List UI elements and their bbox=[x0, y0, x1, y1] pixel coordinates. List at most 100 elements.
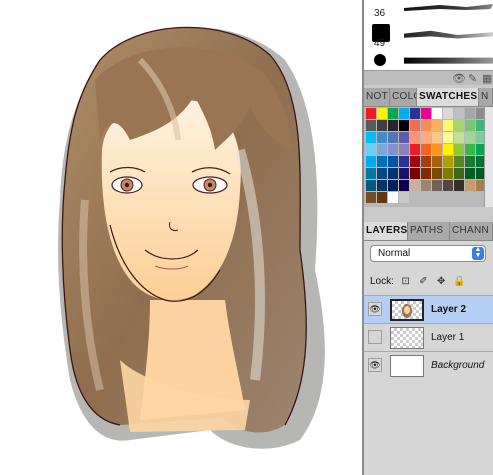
swatch-color[interactable] bbox=[410, 180, 420, 191]
brush-tool-icon[interactable]: ✎ bbox=[468, 72, 477, 85]
layer-row-layer-2[interactable]: 👁 Layer 2 bbox=[364, 295, 493, 323]
tab-layers[interactable]: LAYERS bbox=[364, 222, 408, 240]
brush-visibility-icon[interactable]: 👁 bbox=[452, 72, 466, 85]
swatch-color[interactable] bbox=[410, 144, 420, 155]
swatch-color[interactable] bbox=[366, 120, 376, 131]
swatch-color[interactable] bbox=[454, 144, 464, 155]
eye-icon[interactable]: 👁 bbox=[368, 302, 382, 316]
swatch-color[interactable] bbox=[454, 108, 464, 119]
tab-color[interactable]: COLO bbox=[390, 88, 417, 106]
swatches-tabbar: NOT COLO SWATCHES N bbox=[364, 88, 493, 107]
swatch-color[interactable] bbox=[465, 132, 475, 143]
brush-preset-row[interactable] bbox=[364, 50, 493, 70]
tab-navigator[interactable]: NOT bbox=[364, 88, 390, 106]
swatch-color[interactable] bbox=[465, 156, 475, 167]
swatch-color[interactable] bbox=[421, 180, 431, 191]
blend-mode-select[interactable]: Normal ▲ ▼ bbox=[370, 245, 486, 262]
swatch-color[interactable] bbox=[388, 144, 398, 155]
swatch-color[interactable] bbox=[421, 144, 431, 155]
swatch-color[interactable] bbox=[443, 132, 453, 143]
swatch-color[interactable] bbox=[432, 156, 442, 167]
swatch-color[interactable] bbox=[399, 192, 409, 203]
swatch-color[interactable] bbox=[454, 156, 464, 167]
swatch-color[interactable] bbox=[465, 144, 475, 155]
swatch-color[interactable] bbox=[410, 120, 420, 131]
swatch-color[interactable] bbox=[454, 168, 464, 179]
tab-more[interactable]: N bbox=[479, 88, 493, 106]
swatch-color[interactable] bbox=[421, 168, 431, 179]
visibility-toggle-off[interactable] bbox=[368, 330, 382, 344]
swatch-color[interactable] bbox=[388, 156, 398, 167]
eye-icon[interactable]: 👁 bbox=[368, 358, 382, 372]
swatch-color[interactable] bbox=[399, 144, 409, 155]
swatch-color[interactable] bbox=[399, 168, 409, 179]
swatch-color[interactable] bbox=[388, 120, 398, 131]
tab-paths[interactable]: PATHS bbox=[408, 222, 450, 240]
swatch-color[interactable] bbox=[366, 168, 376, 179]
swatch-color[interactable] bbox=[465, 180, 475, 191]
swatch-color[interactable] bbox=[377, 156, 387, 167]
swatch-color[interactable] bbox=[465, 168, 475, 179]
swatch-color[interactable] bbox=[366, 156, 376, 167]
swatch-color[interactable] bbox=[432, 144, 442, 155]
swatch-color[interactable] bbox=[399, 120, 409, 131]
swatch-color[interactable] bbox=[410, 156, 420, 167]
swatches-scrollbar[interactable] bbox=[484, 107, 493, 207]
swatch-color[interactable] bbox=[454, 120, 464, 131]
swatch-color[interactable] bbox=[410, 132, 420, 143]
tab-swatches[interactable]: SWATCHES bbox=[417, 88, 479, 106]
swatch-color[interactable] bbox=[432, 168, 442, 179]
swatch-color[interactable] bbox=[443, 156, 453, 167]
swatch-color[interactable] bbox=[377, 132, 387, 143]
panel-resize-icon[interactable]: ▦ bbox=[482, 72, 492, 85]
swatch-color[interactable] bbox=[366, 144, 376, 155]
swatch-color[interactable] bbox=[377, 108, 387, 119]
swatch-color[interactable] bbox=[432, 120, 442, 131]
swatch-color[interactable] bbox=[377, 120, 387, 131]
swatch-color[interactable] bbox=[443, 144, 453, 155]
swatch-color[interactable] bbox=[388, 180, 398, 191]
swatch-color[interactable] bbox=[377, 144, 387, 155]
lock-move-icon[interactable]: ✥ bbox=[435, 275, 447, 289]
swatch-color[interactable] bbox=[377, 168, 387, 179]
swatch-color[interactable] bbox=[421, 108, 431, 119]
swatch-color[interactable] bbox=[454, 132, 464, 143]
swatch-color[interactable] bbox=[399, 132, 409, 143]
swatch-color[interactable] bbox=[388, 132, 398, 143]
swatch-color[interactable] bbox=[443, 168, 453, 179]
lock-all-icon[interactable]: 🔒 bbox=[453, 275, 465, 289]
swatch-color[interactable] bbox=[388, 192, 398, 203]
swatch-color[interactable] bbox=[366, 132, 376, 143]
swatch-color[interactable] bbox=[421, 156, 431, 167]
swatch-color[interactable] bbox=[465, 108, 475, 119]
layer-row-background[interactable]: 👁 Background bbox=[364, 351, 493, 379]
lock-brush-icon[interactable]: ✐ bbox=[417, 275, 429, 289]
tab-channels[interactable]: CHANN bbox=[450, 222, 493, 240]
swatch-color[interactable] bbox=[432, 132, 442, 143]
swatch-color[interactable] bbox=[366, 192, 376, 203]
swatch-color[interactable] bbox=[443, 180, 453, 191]
swatch-color[interactable] bbox=[377, 180, 387, 191]
swatch-color[interactable] bbox=[410, 168, 420, 179]
swatch-color[interactable] bbox=[443, 108, 453, 119]
lock-transparency-icon[interactable]: ⊡ bbox=[400, 275, 412, 289]
swatch-color[interactable] bbox=[366, 180, 376, 191]
swatch-color[interactable] bbox=[443, 120, 453, 131]
swatch-color[interactable] bbox=[399, 180, 409, 191]
swatch-color[interactable] bbox=[410, 108, 420, 119]
swatch-color[interactable] bbox=[366, 108, 376, 119]
swatch-color[interactable] bbox=[432, 108, 442, 119]
swatch-color[interactable] bbox=[388, 108, 398, 119]
swatch-color[interactable] bbox=[399, 108, 409, 119]
swatch-color[interactable] bbox=[388, 168, 398, 179]
swatch-color[interactable] bbox=[399, 156, 409, 167]
swatch-color[interactable] bbox=[432, 180, 442, 191]
layer-row-layer-1[interactable]: Layer 1 bbox=[364, 323, 493, 351]
brush-preset-row[interactable]: 36 bbox=[364, 0, 493, 22]
swatch-color[interactable] bbox=[421, 132, 431, 143]
swatch-color[interactable] bbox=[421, 120, 431, 131]
document-canvas[interactable] bbox=[0, 0, 362, 475]
swatch-color[interactable] bbox=[454, 180, 464, 191]
swatch-color[interactable] bbox=[465, 120, 475, 131]
swatch-color[interactable] bbox=[377, 192, 387, 203]
